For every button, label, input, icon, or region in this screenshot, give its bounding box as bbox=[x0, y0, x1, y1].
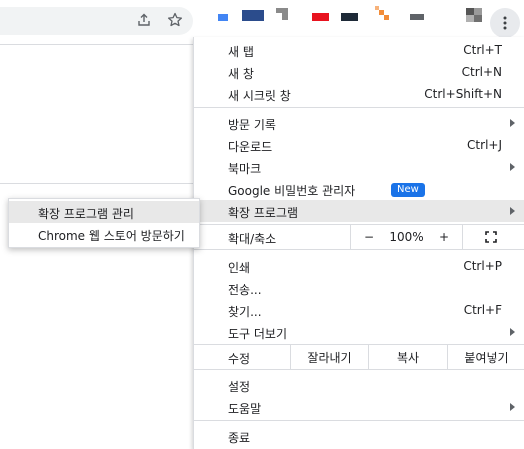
bookmark-favicon[interactable] bbox=[218, 14, 228, 21]
zoom-in-button[interactable]: + bbox=[429, 225, 459, 249]
bookmark-favicon[interactable] bbox=[312, 13, 329, 21]
menu-item-label: 전송... bbox=[228, 283, 262, 297]
bookmark-favicon[interactable] bbox=[410, 14, 424, 20]
menu-item-label: 확장 프로그램 bbox=[228, 206, 299, 220]
submenu-arrow-icon bbox=[510, 207, 515, 215]
menu-item-help[interactable]: 도움말 bbox=[194, 396, 524, 418]
menu-item-new-window[interactable]: 새 창 Ctrl+N bbox=[194, 61, 524, 83]
menu-item-find[interactable]: 찾기... Ctrl+F bbox=[194, 299, 524, 321]
submenu-arrow-icon bbox=[510, 119, 515, 127]
menu-item-label: 종료 bbox=[228, 431, 251, 445]
menu-item-print[interactable]: 인쇄 Ctrl+P bbox=[194, 255, 524, 277]
share-icon[interactable] bbox=[134, 10, 154, 30]
menu-item-more-tools[interactable]: 도구 더보기 bbox=[194, 321, 524, 343]
edit-label: 수정 bbox=[228, 352, 251, 366]
menu-item-label: 새 시크릿 창 bbox=[228, 89, 291, 103]
menu-item-exit[interactable]: 종료 bbox=[194, 425, 524, 447]
menu-separator bbox=[194, 369, 524, 370]
zoom-value: 100% bbox=[389, 230, 424, 244]
page-divider bbox=[0, 183, 193, 184]
menu-item-label: 방문 기록 bbox=[228, 118, 276, 132]
zoom-out-button[interactable]: − bbox=[354, 225, 384, 249]
kebab-menu-button[interactable] bbox=[490, 8, 520, 38]
submenu-arrow-icon bbox=[510, 403, 515, 411]
bookmark-favicon[interactable] bbox=[375, 6, 389, 20]
menu-item-label: 설정 bbox=[228, 380, 251, 394]
submenu-arrow-icon bbox=[510, 163, 515, 171]
submenu-item-label: 확장 프로그램 관리 bbox=[38, 207, 134, 221]
submenu-item-manage-extensions[interactable]: 확장 프로그램 관리 bbox=[9, 201, 199, 223]
star-icon[interactable] bbox=[165, 10, 185, 30]
menu-item-shortcut: Ctrl+J bbox=[467, 138, 502, 152]
zoom-row: 확대/축소 − 100% + bbox=[194, 225, 524, 249]
cut-button[interactable]: 잘라내기 bbox=[291, 345, 368, 369]
browser-toolbar bbox=[0, 0, 524, 40]
fullscreen-icon bbox=[485, 231, 497, 243]
menu-item-label: 북마크 bbox=[228, 162, 262, 176]
new-badge: New bbox=[391, 183, 425, 197]
paste-button[interactable]: 붙여넣기 bbox=[448, 345, 524, 369]
menu-item-history[interactable]: 방문 기록 bbox=[194, 112, 524, 134]
menu-item-shortcut: Ctrl+N bbox=[461, 65, 502, 79]
menu-separator bbox=[194, 107, 524, 108]
menu-item-settings[interactable]: 설정 bbox=[194, 374, 524, 396]
bookmark-favicon[interactable] bbox=[276, 8, 288, 20]
menu-item-label: Google 비밀번호 관리자 bbox=[228, 184, 356, 198]
chrome-main-menu: 새 탭 Ctrl+T 새 창 Ctrl+N 새 시크릿 창 Ctrl+Shift… bbox=[193, 37, 524, 449]
submenu-item-web-store[interactable]: Chrome 웹 스토어 방문하기 bbox=[9, 223, 199, 245]
menu-item-new-tab[interactable]: 새 탭 Ctrl+T bbox=[194, 39, 524, 61]
menu-item-bookmarks[interactable]: 북마크 bbox=[194, 156, 524, 178]
menu-item-password-manager[interactable]: Google 비밀번호 관리자 New bbox=[194, 178, 524, 200]
edit-row: 수정 잘라내기 복사 붙여넣기 bbox=[194, 345, 524, 369]
fullscreen-button[interactable] bbox=[479, 225, 503, 249]
menu-item-label: 찾기... bbox=[228, 305, 262, 319]
menu-item-shortcut: Ctrl+F bbox=[463, 303, 502, 317]
menu-separator bbox=[194, 420, 524, 421]
zoom-label-wrap: 확대/축소 bbox=[194, 226, 344, 248]
submenu-arrow-icon bbox=[510, 328, 515, 336]
menu-item-label: 새 창 bbox=[228, 67, 254, 81]
zoom-label: 확대/축소 bbox=[228, 232, 277, 246]
menu-item-label: 도움말 bbox=[228, 402, 262, 416]
menu-item-shortcut: Ctrl+T bbox=[463, 43, 502, 57]
bookmark-favicon[interactable] bbox=[242, 10, 264, 21]
copy-button[interactable]: 복사 bbox=[369, 345, 447, 369]
menu-item-new-incognito[interactable]: 새 시크릿 창 Ctrl+Shift+N bbox=[194, 83, 524, 105]
menu-item-cast[interactable]: 전송... bbox=[194, 277, 524, 299]
submenu-item-label: Chrome 웹 스토어 방문하기 bbox=[38, 229, 185, 243]
zoom-divider bbox=[462, 225, 463, 249]
menu-item-shortcut: Ctrl+Shift+N bbox=[424, 87, 502, 101]
extensions-submenu: 확장 프로그램 관리 Chrome 웹 스토어 방문하기 bbox=[8, 198, 200, 248]
kebab-menu-icon bbox=[503, 16, 507, 30]
bookmark-favicon[interactable] bbox=[466, 8, 482, 22]
menu-item-shortcut: Ctrl+P bbox=[463, 259, 502, 273]
page-divider bbox=[0, 44, 193, 45]
menu-item-label: 새 탭 bbox=[228, 45, 254, 59]
menu-item-extensions[interactable]: 확장 프로그램 bbox=[194, 200, 524, 222]
edit-label-wrap: 수정 bbox=[194, 346, 284, 368]
zoom-divider bbox=[350, 225, 351, 249]
menu-item-downloads[interactable]: 다운로드 Ctrl+J bbox=[194, 134, 524, 156]
bookmark-favicon[interactable] bbox=[341, 13, 358, 21]
menu-item-label: 인쇄 bbox=[228, 261, 251, 275]
menu-separator bbox=[194, 249, 524, 250]
menu-item-label: 도구 더보기 bbox=[228, 327, 288, 341]
menu-item-label: 다운로드 bbox=[228, 140, 273, 154]
